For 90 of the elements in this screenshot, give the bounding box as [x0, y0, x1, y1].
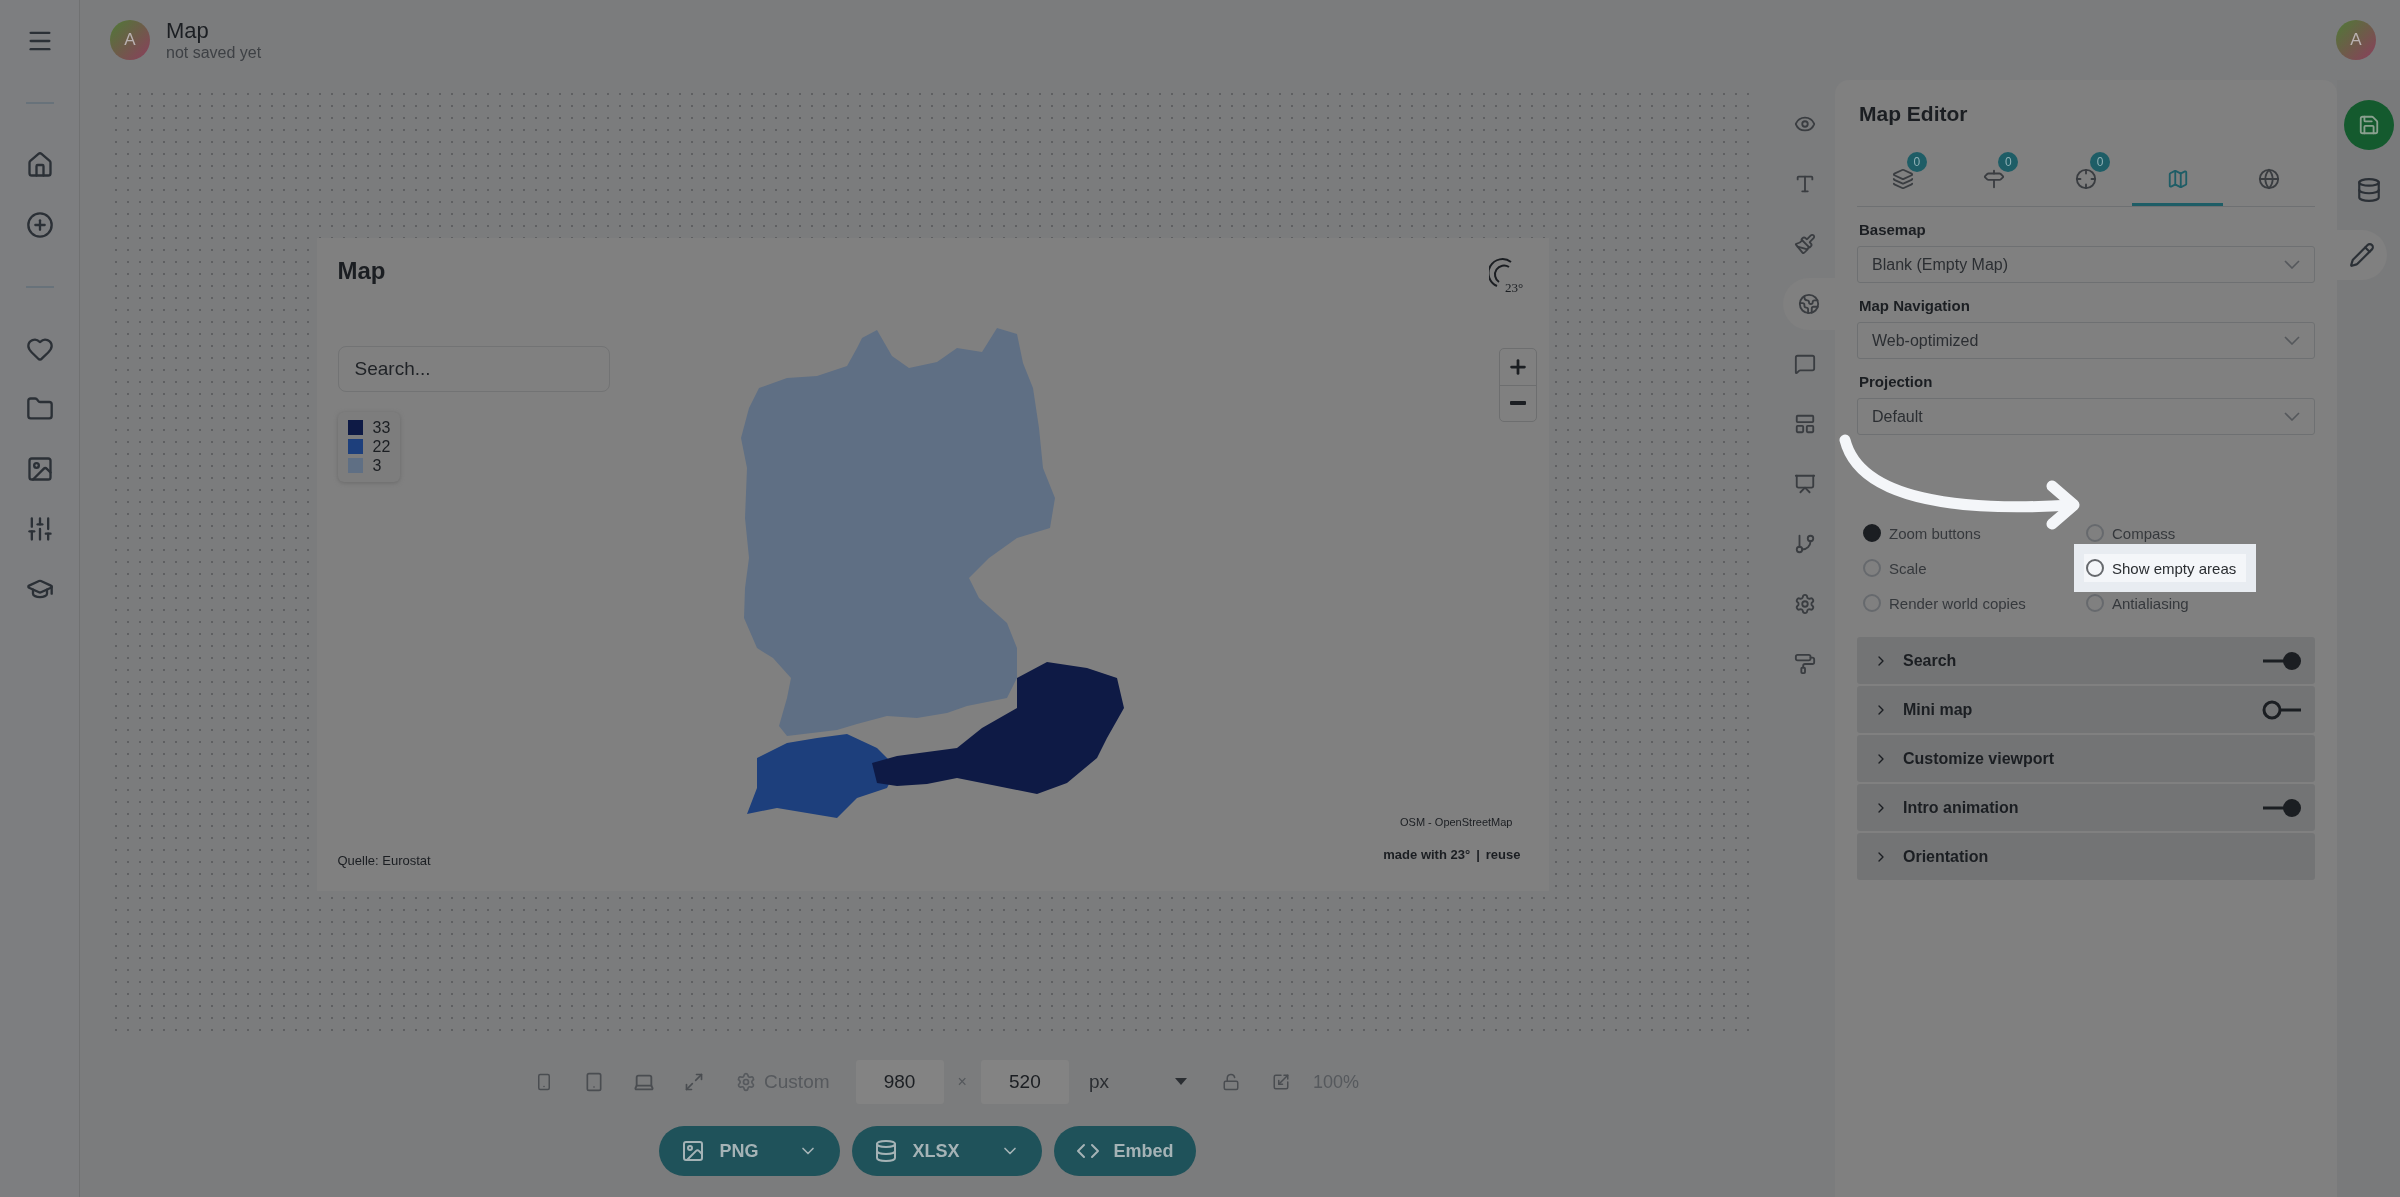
- xlsx-button[interactable]: XLSX: [852, 1126, 1042, 1176]
- avatar[interactable]: A: [110, 20, 150, 60]
- field-label: Map Navigation: [1859, 297, 1971, 314]
- separator: |: [1476, 846, 1480, 862]
- logo: 23°: [1488, 257, 1527, 296]
- minus-icon: [1509, 401, 1526, 405]
- attribution: OSM - OpenStreetMap: [1400, 815, 1513, 828]
- presentation-icon: [1794, 473, 1816, 495]
- map-icon: [2166, 167, 2189, 190]
- signpost-tab[interactable]: 0: [1948, 154, 2041, 206]
- radio-button[interactable]: [1863, 559, 1881, 577]
- radio-button[interactable]: [1863, 594, 1881, 612]
- resize-icon[interactable]: [1271, 1073, 1290, 1091]
- legend-label: 3: [372, 457, 382, 474]
- legend-label: 22: [372, 438, 391, 455]
- branch-icon: [1794, 533, 1816, 555]
- radio-button[interactable]: [2086, 594, 2104, 612]
- count-badge: 0: [1998, 152, 2019, 172]
- width-field[interactable]: 980: [855, 1060, 944, 1104]
- chevron-icon: [2284, 412, 2300, 421]
- add-icon[interactable]: [25, 211, 54, 239]
- layers-tab[interactable]: 0: [1857, 154, 1949, 206]
- crosshair-tab[interactable]: 0: [2040, 154, 2132, 206]
- chevron-icon: [2284, 336, 2300, 345]
- globe-icon: [1798, 293, 1820, 315]
- section-header[interactable]: Orientation: [1857, 833, 2315, 880]
- comment-icon: [1794, 353, 1816, 375]
- globe-icon: [2258, 167, 2281, 190]
- heart-icon[interactable]: [25, 335, 54, 363]
- option[interactable]: Zoom buttons: [1863, 519, 1981, 547]
- source-note: Quelle: Eurostat: [337, 852, 431, 868]
- toggle-switch[interactable]: [2261, 698, 2303, 721]
- crosshair-icon: [2075, 167, 2097, 190]
- layout-icon: [1794, 413, 1816, 435]
- height-field[interactable]: 520: [980, 1060, 1069, 1104]
- option[interactable]: Compass: [2086, 519, 2176, 547]
- brush-icon: [1794, 233, 1816, 255]
- radio-button[interactable]: [2086, 524, 2104, 542]
- layers-icon: [1891, 167, 1914, 190]
- section-header[interactable]: Search: [1857, 637, 2315, 684]
- section-header[interactable]: Mini map: [1857, 686, 2315, 733]
- option[interactable]: Antialiasing: [2086, 589, 2189, 617]
- dropdown[interactable]: Blank (Empty Map): [1857, 246, 2315, 283]
- reuse-link[interactable]: reuse: [1485, 846, 1521, 862]
- toggle-switch[interactable]: [2261, 796, 2303, 819]
- search-field[interactable]: Search...: [337, 345, 610, 392]
- embed-button[interactable]: Embed: [1053, 1126, 1196, 1176]
- pencil-icon: [2348, 242, 2375, 268]
- map-title: Map: [337, 256, 386, 285]
- fullscreen-icon[interactable]: [684, 1072, 705, 1092]
- gear-icon: [736, 1072, 757, 1092]
- document-title: Map: [166, 18, 210, 44]
- database-icon: [874, 1139, 899, 1163]
- radio-button[interactable]: [2086, 559, 2104, 577]
- caret-icon[interactable]: [1173, 1077, 1188, 1087]
- lock-icon[interactable]: [1221, 1073, 1240, 1091]
- sliders-icon[interactable]: [25, 515, 54, 543]
- field-label: Basemap: [1859, 221, 1927, 238]
- dropdown[interactable]: Default: [1857, 398, 2315, 435]
- save-button[interactable]: [2343, 100, 2394, 150]
- home-icon[interactable]: [25, 151, 54, 179]
- folder-icon[interactable]: [25, 395, 54, 423]
- count-badge: 0: [1906, 152, 1927, 172]
- image-icon[interactable]: [25, 455, 54, 483]
- section-header[interactable]: Intro animation: [1857, 784, 2315, 831]
- user-avatar[interactable]: A: [2336, 20, 2376, 60]
- settings-icon: [1794, 593, 1816, 615]
- field-label: Projection: [1859, 373, 1934, 390]
- paint-roller-icon: [1794, 653, 1816, 675]
- database-icon: [2355, 177, 2382, 203]
- font-icon: [1794, 173, 1816, 195]
- dropdown[interactable]: Web-optimized: [1857, 322, 2315, 359]
- tablet-icon[interactable]: [584, 1072, 605, 1092]
- count-badge: 0: [2090, 152, 2110, 172]
- save-icon: [2357, 114, 2380, 136]
- option[interactable]: Render world copies: [1863, 589, 2026, 617]
- radio-button[interactable]: [1863, 524, 1881, 542]
- section-header[interactable]: Customize viewport: [1857, 735, 2315, 782]
- toggle-switch[interactable]: [2261, 649, 2303, 672]
- chevron-icon: [2284, 260, 2300, 269]
- legend-label: 33: [372, 419, 391, 436]
- panel-title: Map Editor: [1859, 102, 1969, 126]
- times-sign: ×: [957, 1073, 967, 1091]
- save-status: not saved yet: [166, 44, 262, 62]
- credit-text: made with 23°: [1383, 846, 1471, 862]
- png-button[interactable]: PNG: [659, 1126, 841, 1176]
- unit-label[interactable]: px: [1088, 1071, 1149, 1093]
- image-icon: [681, 1139, 706, 1163]
- option[interactable]: Scale: [1863, 554, 1927, 582]
- signpost-icon: [1983, 167, 2006, 190]
